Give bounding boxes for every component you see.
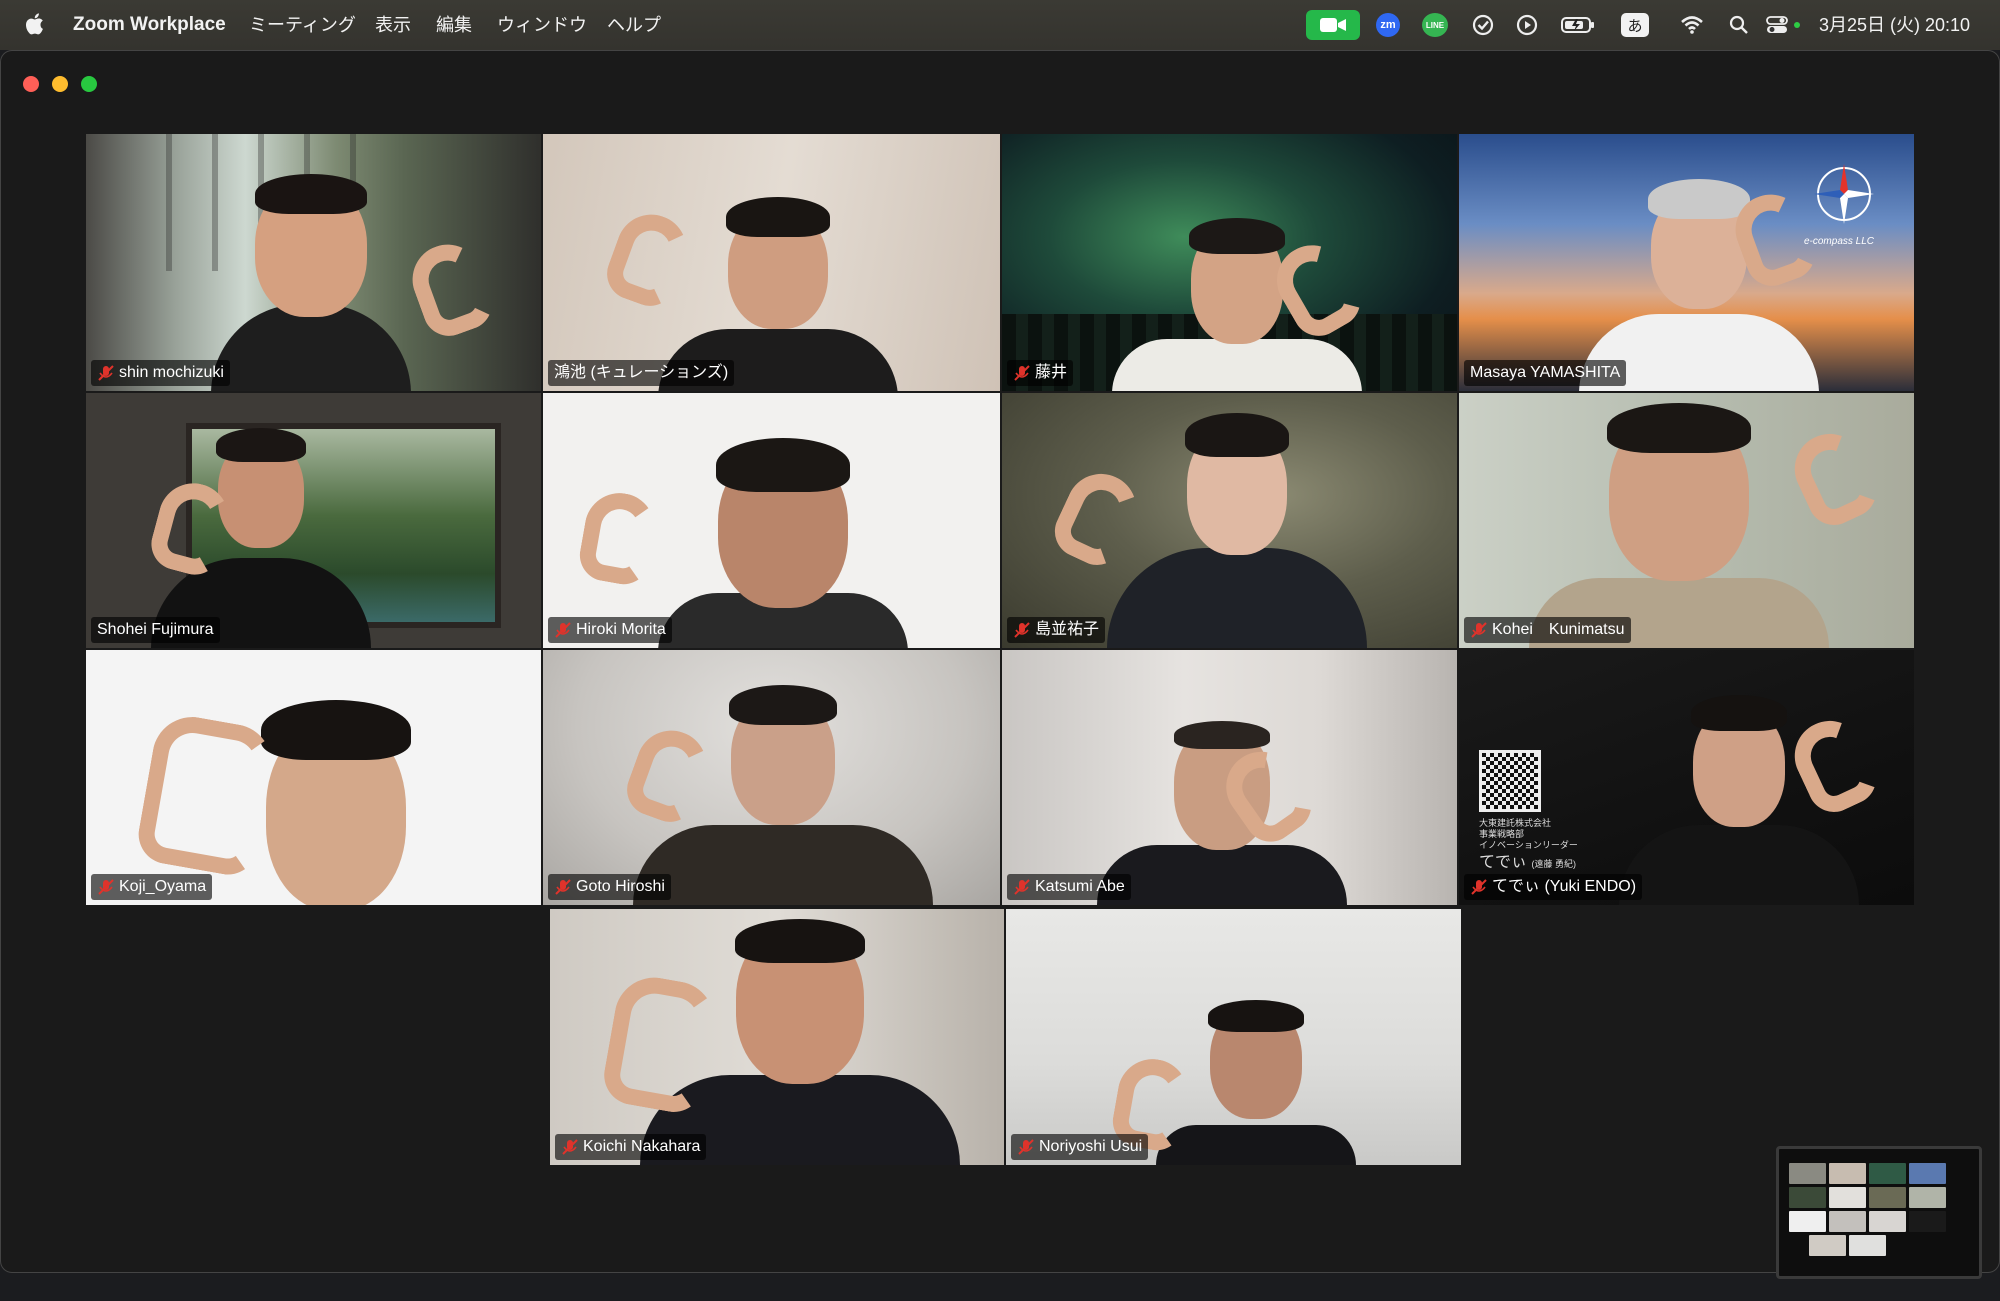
- wifi-icon[interactable]: [1678, 11, 1706, 39]
- participant-name-label: Koichi Nakahara: [555, 1134, 707, 1160]
- search-icon[interactable]: [1725, 11, 1753, 39]
- participant-name-label: Kohei Kunimatsu: [1464, 617, 1631, 643]
- mic-muted-icon: [555, 622, 571, 638]
- menu-bar: Zoom Workplace ミーティング 表示 編集 ウィンドウ ヘルプ zm…: [0, 0, 2000, 50]
- mic-muted-icon: [98, 879, 114, 895]
- compass-brand-text: e-compass LLC: [1803, 236, 1874, 247]
- battery-icon[interactable]: [1561, 11, 1595, 39]
- mic-muted-icon: [1014, 622, 1030, 638]
- participant-name-label: Hiroki Morita: [548, 617, 672, 643]
- participant-video: [633, 675, 933, 905]
- video-tile[interactable]: Hiroki Morita: [543, 393, 1000, 648]
- participant-video: [1156, 1000, 1356, 1165]
- menu-help[interactable]: ヘルプ: [607, 0, 661, 50]
- participant-name-label: 藤井: [1007, 360, 1074, 386]
- control-center-icon[interactable]: [1766, 11, 1802, 39]
- check-icon[interactable]: [1469, 11, 1497, 39]
- participant-video: [658, 438, 908, 648]
- participant-name-label: Masaya YAMASHITA: [1464, 360, 1627, 386]
- minimize-window-button[interactable]: [52, 76, 68, 92]
- zoom-video-indicator-icon[interactable]: [1306, 10, 1360, 40]
- video-tile-active-speaker[interactable]: 鴻池 (キュレーションズ): [543, 134, 1000, 391]
- participant-name-label: 島並祐子: [1007, 617, 1106, 643]
- endo-role-text: イノベーションリーダー: [1479, 840, 1578, 850]
- mic-muted-icon: [555, 879, 571, 895]
- endo-dept-text: 事業戦略部: [1479, 829, 1525, 839]
- video-tile[interactable]: 島並祐子: [1002, 393, 1457, 648]
- video-tile[interactable]: Kohei Kunimatsu: [1459, 393, 1914, 648]
- participant-name-label: 鴻池 (キュレーションズ): [548, 360, 735, 386]
- video-tile[interactable]: shin mochizuki: [86, 134, 541, 391]
- endo-company-text: 大東建託株式会社: [1479, 818, 1552, 828]
- mic-muted-icon: [1014, 365, 1030, 381]
- mic-muted-icon: [1014, 879, 1030, 895]
- video-tile[interactable]: 大東建託株式会社 事業戦略部 イノベーションリーダー てでぃ (遠藤 勇紀) て…: [1459, 650, 1914, 905]
- participant-video: [1619, 695, 1859, 905]
- menu-view[interactable]: 表示: [375, 0, 411, 50]
- maximize-window-button[interactable]: [81, 76, 97, 92]
- participant-name-label: shin mochizuki: [91, 360, 230, 386]
- minimized-window-thumbnail[interactable]: [1776, 1146, 1982, 1279]
- app-name-menu[interactable]: Zoom Workplace: [73, 0, 226, 50]
- participant-video: [640, 919, 960, 1165]
- video-tile[interactable]: Katsumi Abe: [1002, 650, 1457, 905]
- participant-video: [1107, 413, 1367, 648]
- participant-name-label: Koji_Oyama: [91, 874, 213, 900]
- mic-muted-icon: [1018, 1139, 1034, 1155]
- mic-muted-icon: [1471, 622, 1487, 638]
- endo-name-text: (遠藤 勇紀): [1531, 859, 1576, 869]
- menubar-clock[interactable]: 3月25日 (火) 20:10: [1819, 0, 1970, 50]
- participant-name-label: Goto Hiroshi: [548, 874, 671, 900]
- video-tile[interactable]: Koji_Oyama: [86, 650, 541, 905]
- line-app-icon[interactable]: LINE: [1422, 13, 1448, 37]
- participant-name-label: Katsumi Abe: [1007, 874, 1131, 900]
- qr-code: [1479, 750, 1541, 812]
- participant-name-label: てでぃ (Yuki ENDO): [1464, 874, 1643, 900]
- participant-video: [1529, 403, 1829, 648]
- ime-icon[interactable]: あ: [1621, 13, 1649, 37]
- menu-meeting[interactable]: ミーティング: [249, 0, 356, 50]
- close-window-button[interactable]: [23, 76, 39, 92]
- play-icon[interactable]: [1513, 11, 1541, 39]
- endo-nick-text: てでぃ: [1479, 854, 1528, 871]
- apple-icon[interactable]: [24, 0, 44, 50]
- participant-video: [211, 174, 411, 391]
- video-tile[interactable]: Noriyoshi Usui: [1006, 909, 1461, 1165]
- video-tile[interactable]: 藤井: [1002, 134, 1457, 391]
- video-tile[interactable]: Koichi Nakahara: [550, 909, 1004, 1165]
- compass-logo: [1812, 162, 1876, 226]
- participant-name-label: Noriyoshi Usui: [1011, 1134, 1149, 1160]
- zoom-app-icon[interactable]: zm: [1376, 13, 1400, 37]
- menu-window[interactable]: ウィンドウ: [497, 0, 587, 50]
- video-tile[interactable]: Goto Hiroshi: [543, 650, 1000, 905]
- mic-muted-icon: [1471, 879, 1487, 895]
- menu-edit[interactable]: 編集: [436, 0, 472, 50]
- mic-muted-icon: [562, 1139, 578, 1155]
- mic-muted-icon: [98, 365, 114, 381]
- video-tile[interactable]: Shohei Fujimura: [86, 393, 541, 648]
- participant-name-label: Shohei Fujimura: [91, 617, 220, 643]
- video-tile[interactable]: e-compass LLC Masaya YAMASHITA: [1459, 134, 1914, 391]
